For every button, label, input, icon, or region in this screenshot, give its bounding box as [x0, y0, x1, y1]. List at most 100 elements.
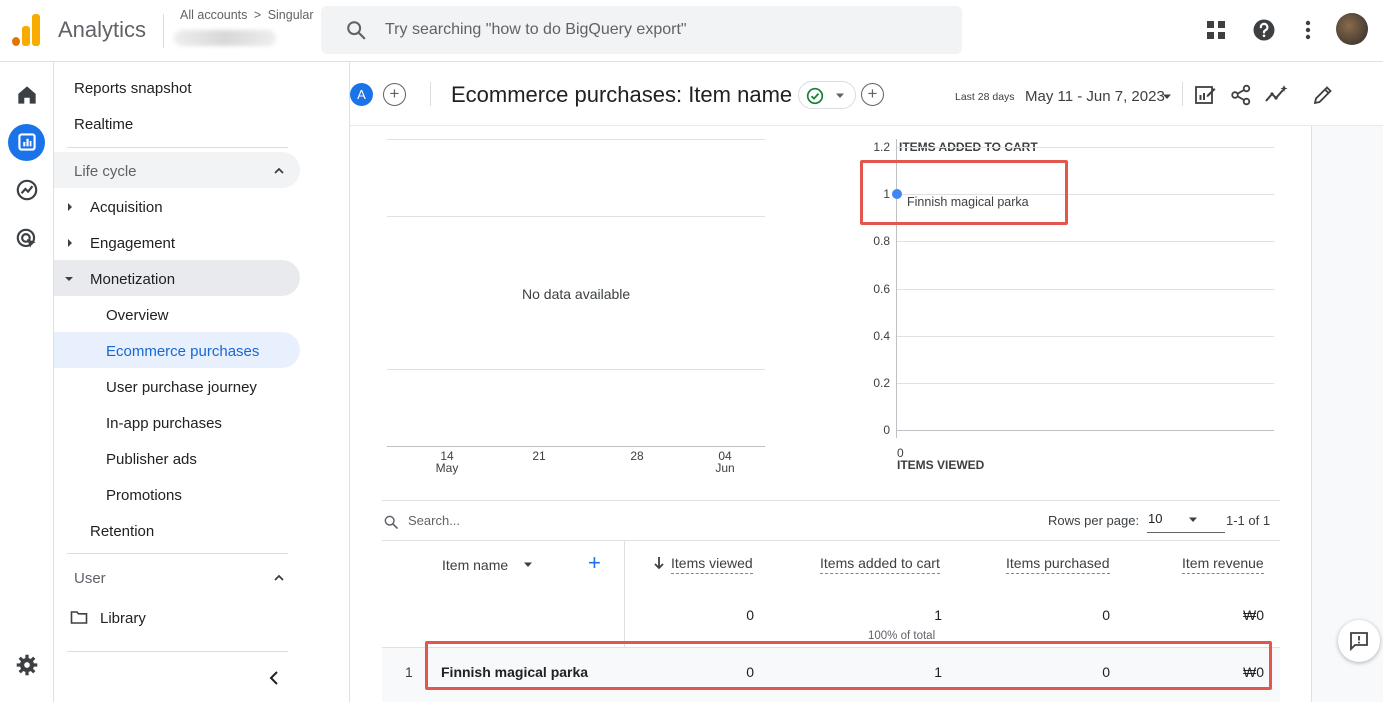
feedback-icon: [1350, 632, 1368, 652]
rows-per-page-value: 10: [1148, 511, 1163, 526]
highlight-box-chart-point: [860, 160, 1068, 225]
nav-divider: [67, 147, 288, 148]
nav-library[interactable]: Library: [100, 610, 146, 627]
caret-down-icon[interactable]: [64, 275, 74, 283]
scatter-grid-line: [896, 289, 1274, 290]
total-items-viewed: 0: [746, 607, 754, 623]
x-tick-label: 0: [897, 446, 904, 460]
x-tick-label: 21: [532, 449, 546, 463]
insights-icon[interactable]: [1264, 83, 1290, 107]
rows-per-page-label: Rows per page:: [1048, 513, 1140, 528]
table-header-divider: [382, 540, 1280, 541]
caret-down-icon: [1189, 517, 1197, 522]
scatter-grid-line: [896, 336, 1274, 337]
add-dimension-button[interactable]: +: [588, 550, 601, 576]
settings-gear-icon[interactable]: [14, 652, 40, 678]
nav-overview[interactable]: Overview: [106, 307, 169, 324]
total-item-revenue: ₩0: [1243, 607, 1264, 623]
grid-line: [387, 369, 765, 370]
edit-pencil-icon[interactable]: [1311, 83, 1335, 107]
home-icon[interactable]: [14, 82, 40, 108]
column-header-items-purchased[interactable]: Items purchased: [1006, 555, 1110, 574]
folder-icon: [70, 611, 88, 624]
column-header-items-viewed[interactable]: Items viewed: [671, 555, 753, 574]
y-tick-label: 0.8: [873, 234, 890, 248]
date-range-picker[interactable]: May 11 - Jun 7, 2023: [1025, 88, 1165, 105]
table-search-input[interactable]: Search...: [408, 513, 460, 528]
nav-in-app-purchases[interactable]: In-app purchases: [106, 415, 222, 432]
nav-divider: [67, 651, 288, 652]
analytics-logo-icon[interactable]: [12, 14, 42, 46]
scatter-grid-line: [896, 241, 1274, 242]
share-icon[interactable]: [1229, 83, 1253, 107]
x-tick-label: 28: [630, 449, 644, 463]
help-icon[interactable]: [1250, 16, 1278, 44]
nav-realtime[interactable]: Realtime: [74, 116, 133, 133]
date-caret-down-icon[interactable]: [1162, 94, 1172, 100]
search-input[interactable]: Try searching "how to do BigQuery export…: [385, 21, 687, 39]
header-divider: [430, 82, 431, 106]
nav-publisher-ads[interactable]: Publisher ads: [106, 451, 197, 468]
nav-lifecycle-label: Life cycle: [74, 163, 137, 180]
breadcrumb-all-accounts[interactable]: All accounts: [180, 8, 247, 22]
date-range-label: Last 28 days: [955, 91, 1015, 103]
scatter-grid-line: [896, 430, 1274, 431]
nav-user-section[interactable]: User: [74, 570, 106, 587]
breadcrumb-account[interactable]: Singular: [268, 8, 314, 22]
no-data-label: No data available: [522, 286, 631, 302]
search-icon: [347, 21, 366, 40]
nav-engagement[interactable]: Engagement: [90, 235, 175, 252]
collapse-chevron-left-icon[interactable]: [266, 669, 282, 687]
highlight-box-table-row: [425, 641, 1272, 690]
dimension-dropdown-icon[interactable]: [523, 562, 533, 568]
add-filter-button[interactable]: +: [861, 83, 884, 106]
account-breadcrumb[interactable]: All accounts > Singular: [180, 8, 314, 22]
header-divider: [163, 14, 164, 48]
caret-right-icon[interactable]: [66, 202, 74, 212]
advertising-icon[interactable]: [14, 226, 40, 252]
breadcrumb-separator: >: [253, 8, 262, 22]
dimension-header[interactable]: Item name: [442, 557, 508, 573]
grid-line: [387, 139, 765, 140]
apps-grid-icon[interactable]: [1202, 16, 1230, 44]
more-vert-icon[interactable]: [1294, 16, 1322, 44]
nav-retention[interactable]: Retention: [90, 523, 154, 540]
add-comparison-button[interactable]: +: [383, 83, 406, 106]
customize-report-icon[interactable]: [1193, 83, 1217, 107]
total-items-purchased: 0: [1102, 607, 1110, 623]
avatar[interactable]: [1336, 13, 1368, 45]
page-title: Ecommerce purchases: Item name: [451, 82, 793, 107]
chevron-up-icon[interactable]: [272, 571, 286, 585]
report-card: No data available 14 May 21 28 04 Jun ITEMS A…: [350, 126, 1312, 702]
search-bar[interactable]: Try searching "how to do BigQuery export…: [321, 6, 962, 54]
feedback-button[interactable]: [1338, 620, 1380, 662]
chevron-up-icon[interactable]: [272, 164, 286, 178]
nav-acquisition[interactable]: Acquisition: [90, 199, 163, 216]
nav-monetization[interactable]: Monetization: [90, 271, 175, 288]
comparison-badge[interactable]: A: [350, 83, 373, 106]
caret-down-icon: [836, 93, 844, 98]
y-tick-label: 0.6: [873, 282, 890, 296]
left-rail: [0, 62, 54, 702]
scatter-grid-line: [896, 147, 1274, 148]
column-header-items-added-to-cart[interactable]: Items added to cart: [820, 555, 940, 574]
rows-per-page-select[interactable]: 10: [1147, 509, 1225, 533]
nav-reports-snapshot[interactable]: Reports snapshot: [74, 80, 192, 97]
y-tick-label: 0.2: [873, 376, 890, 390]
property-name-blurred[interactable]: [174, 30, 276, 46]
explore-icon[interactable]: [14, 177, 40, 203]
status-dropdown[interactable]: [798, 81, 856, 109]
caret-right-icon[interactable]: [66, 238, 74, 248]
reports-icon[interactable]: [14, 129, 40, 155]
nav-user-purchase-journey[interactable]: User purchase journey: [106, 379, 257, 396]
x-tick-month-label: May: [435, 461, 459, 475]
main-content: A + Ecommerce purchases: Item name + Las…: [350, 62, 1383, 702]
table-search-icon: [384, 515, 398, 529]
nav-divider: [67, 553, 288, 554]
nav-promotions[interactable]: Promotions: [106, 487, 182, 504]
nav-ecommerce-purchases[interactable]: Ecommerce purchases: [106, 343, 259, 360]
y-tick-label: 0.4: [873, 329, 890, 343]
column-header-item-revenue[interactable]: Item revenue: [1182, 555, 1264, 574]
pagination-label: 1-1 of 1: [1226, 513, 1271, 528]
sort-arrow-down-icon[interactable]: [653, 556, 665, 570]
